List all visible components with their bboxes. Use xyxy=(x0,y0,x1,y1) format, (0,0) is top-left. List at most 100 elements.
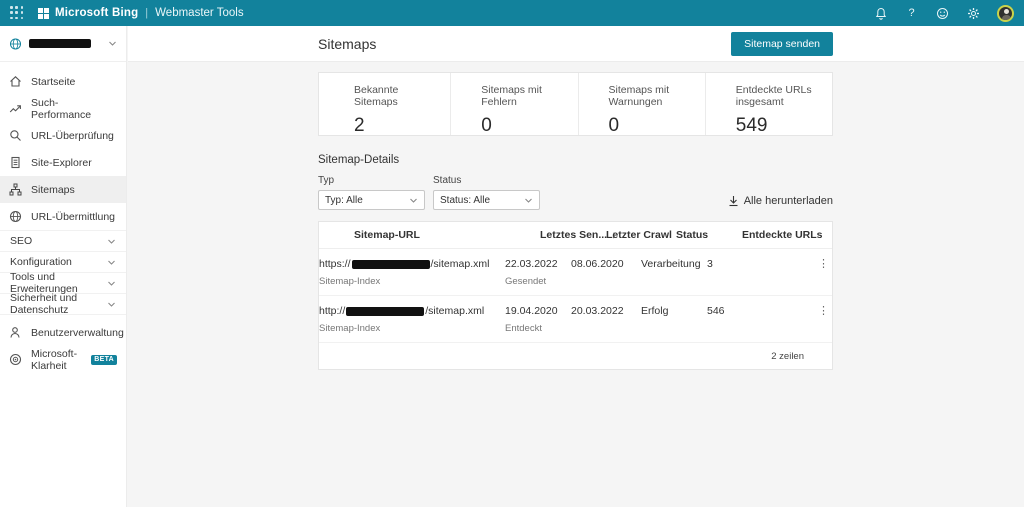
sidebar-item-benutzerverwaltung[interactable]: Benutzerverwaltung xyxy=(0,319,126,346)
sidebar-item-label: Such-Performance xyxy=(31,97,117,121)
status-filter-value: Status: Alle xyxy=(440,195,490,206)
sidebar-item-label: URL-Übermittlung xyxy=(31,211,115,223)
download-all-link[interactable]: Alle herunterladen xyxy=(728,195,833,210)
chevron-down-icon xyxy=(107,279,116,288)
typ-filter-select[interactable]: Typ: Alle xyxy=(318,190,425,210)
status-filter: Status Status: Alle xyxy=(433,175,540,210)
sidebar-item-site-explorer[interactable]: Site-Explorer xyxy=(0,149,126,176)
sidebar-group-seo[interactable]: SEO xyxy=(0,230,126,251)
product-label: Webmaster Tools xyxy=(155,7,243,19)
stat-value: 0 xyxy=(481,115,571,137)
sidebar-item-startseite[interactable]: Startseite xyxy=(0,68,126,95)
column-letztes-senden[interactable]: Letztes Sen...↓ xyxy=(540,229,606,241)
sidebar: Startseite Such-Performance URL-Überprüf… xyxy=(0,26,127,507)
beta-badge: BETA xyxy=(91,355,117,365)
last-crawl-cell: 08.06.2020 xyxy=(571,258,641,270)
stat-label: Entdeckte URLs insgesamt xyxy=(736,84,826,108)
site-selector[interactable] xyxy=(0,26,126,62)
filters-row: Typ Typ: Alle Status Status: Alle Alle h… xyxy=(318,175,833,210)
globe-icon xyxy=(9,210,22,223)
column-status[interactable]: Status xyxy=(676,229,742,241)
table-row[interactable]: http:///sitemap.xml Sitemap-Index 19.04.… xyxy=(319,296,832,343)
status-filter-select[interactable]: Status: Alle xyxy=(433,190,540,210)
help-icon[interactable]: ? xyxy=(904,6,919,21)
typ-filter-value: Typ: Alle xyxy=(325,195,363,206)
performance-icon xyxy=(9,102,22,115)
chevron-down-icon xyxy=(108,39,117,48)
table-row[interactable]: https:///sitemap.xml Sitemap-Index 22.03… xyxy=(319,249,832,296)
typ-filter: Typ Typ: Alle xyxy=(318,175,425,210)
sidebar-group-konfiguration[interactable]: Konfiguration xyxy=(0,251,126,272)
sidebar-item-label: URL-Überprüfung xyxy=(31,130,114,142)
home-icon xyxy=(9,75,22,88)
column-letzter-crawl[interactable]: Letzter Crawl xyxy=(606,229,676,241)
column-entdeckte-urls[interactable]: Entdeckte URLs xyxy=(742,229,818,241)
sidebar-group-sicherheit-und-datenschutz[interactable]: Sicherheit und Datenschutz xyxy=(0,293,126,314)
sitemap-senden-button[interactable]: Sitemap senden xyxy=(731,32,833,56)
sidebar-item-url-uebermittlung[interactable]: URL-Übermittlung xyxy=(0,203,126,230)
sitemap-type: Sitemap-Index xyxy=(319,276,505,287)
sidebar-item-microsoft-klarheit[interactable]: Microsoft-Klarheit BETA xyxy=(0,346,126,373)
document-icon xyxy=(9,156,22,169)
search-icon xyxy=(9,129,22,142)
page-title: Sitemaps xyxy=(318,36,376,52)
stats-card: Bekannte Sitemaps 2 Sitemaps mit Fehlern… xyxy=(318,72,833,136)
sidebar-item-such-performance[interactable]: Such-Performance xyxy=(0,95,126,122)
stat-value: 549 xyxy=(736,115,826,137)
stat-label: Sitemaps mit Fehlern xyxy=(481,84,571,108)
waffle-icon[interactable] xyxy=(10,6,24,20)
chevron-down-icon xyxy=(524,196,533,205)
sidebar-item-label: Microsoft-Klarheit xyxy=(31,348,78,372)
details-section-title: Sitemap-Details xyxy=(318,154,833,166)
download-icon xyxy=(728,195,739,207)
discovered-urls-cell: 546 xyxy=(707,305,783,317)
kebab-menu-icon[interactable]: ⋮ xyxy=(815,258,832,271)
row-count: 2 zeilen xyxy=(771,351,804,362)
settings-gear-icon[interactable] xyxy=(966,6,981,21)
stat-value: 2 xyxy=(354,115,444,137)
chevron-down-icon xyxy=(107,237,116,246)
sidebar-group-tools-und-erweiterungen[interactable]: Tools und Erweiterungen xyxy=(0,272,126,293)
sidebar-item-label: Sitemaps xyxy=(31,184,75,196)
sidebar-item-url-ueberpruefung[interactable]: URL-Überprüfung xyxy=(0,122,126,149)
person-icon xyxy=(9,326,22,339)
stat-bekannte-sitemaps: Bekannte Sitemaps 2 xyxy=(319,73,450,135)
redacted-domain xyxy=(352,260,430,269)
discovered-urls-cell: 3 xyxy=(707,258,783,270)
sitemap-type: Sitemap-Index xyxy=(319,323,505,334)
last-crawl-cell: 20.03.2022 xyxy=(571,305,641,317)
status-cell: Erfolg xyxy=(641,305,707,317)
column-sitemap-url[interactable]: Sitemap-URL xyxy=(354,229,540,241)
sidebar-item-sitemaps[interactable]: Sitemaps xyxy=(0,176,126,203)
stat-sitemaps-mit-fehlern: Sitemaps mit Fehlern 0 xyxy=(450,73,577,135)
bell-icon[interactable] xyxy=(873,6,888,21)
feedback-smiley-icon[interactable] xyxy=(935,6,950,21)
kebab-menu-icon[interactable]: ⋮ xyxy=(815,305,832,318)
typ-filter-label: Typ xyxy=(318,175,425,186)
sidebar-group-label: Sicherheit und Datenschutz xyxy=(10,292,107,316)
sidebar-item-label: Site-Explorer xyxy=(31,157,92,169)
table-footer: 2 zeilen xyxy=(319,343,832,369)
stat-value: 0 xyxy=(609,115,699,137)
stat-entdeckte-urls: Entdeckte URLs insgesamt 549 xyxy=(705,73,832,135)
submitted-cell: 22.03.2022 Gesendet xyxy=(505,258,571,287)
microsoft-logo xyxy=(38,8,49,19)
chevron-down-icon xyxy=(409,196,418,205)
stat-label: Sitemaps mit Warnungen xyxy=(609,84,699,108)
download-all-label: Alle herunterladen xyxy=(744,195,833,207)
brand-divider: | xyxy=(145,7,148,19)
sitemap-url-cell: http:///sitemap.xml Sitemap-Index xyxy=(319,305,505,334)
sidebar-item-label: Startseite xyxy=(31,76,75,88)
submitted-cell: 19.04.2020 Entdeckt xyxy=(505,305,571,334)
chevron-down-icon xyxy=(107,300,116,309)
sitemaps-table: Sitemap-URL Letztes Sen...↓ Letzter Craw… xyxy=(318,221,833,370)
table-header-row: Sitemap-URL Letztes Sen...↓ Letzter Craw… xyxy=(319,222,832,249)
status-cell: Verarbeitung xyxy=(641,258,707,270)
stat-label: Bekannte Sitemaps xyxy=(354,84,444,108)
sidebar-item-label: Benutzerverwaltung xyxy=(31,327,124,339)
user-avatar[interactable] xyxy=(997,5,1014,22)
stat-sitemaps-mit-warnungen: Sitemaps mit Warnungen 0 xyxy=(578,73,705,135)
chevron-down-icon xyxy=(107,258,116,267)
globe-icon xyxy=(9,37,22,50)
redacted-site-name xyxy=(29,39,91,48)
